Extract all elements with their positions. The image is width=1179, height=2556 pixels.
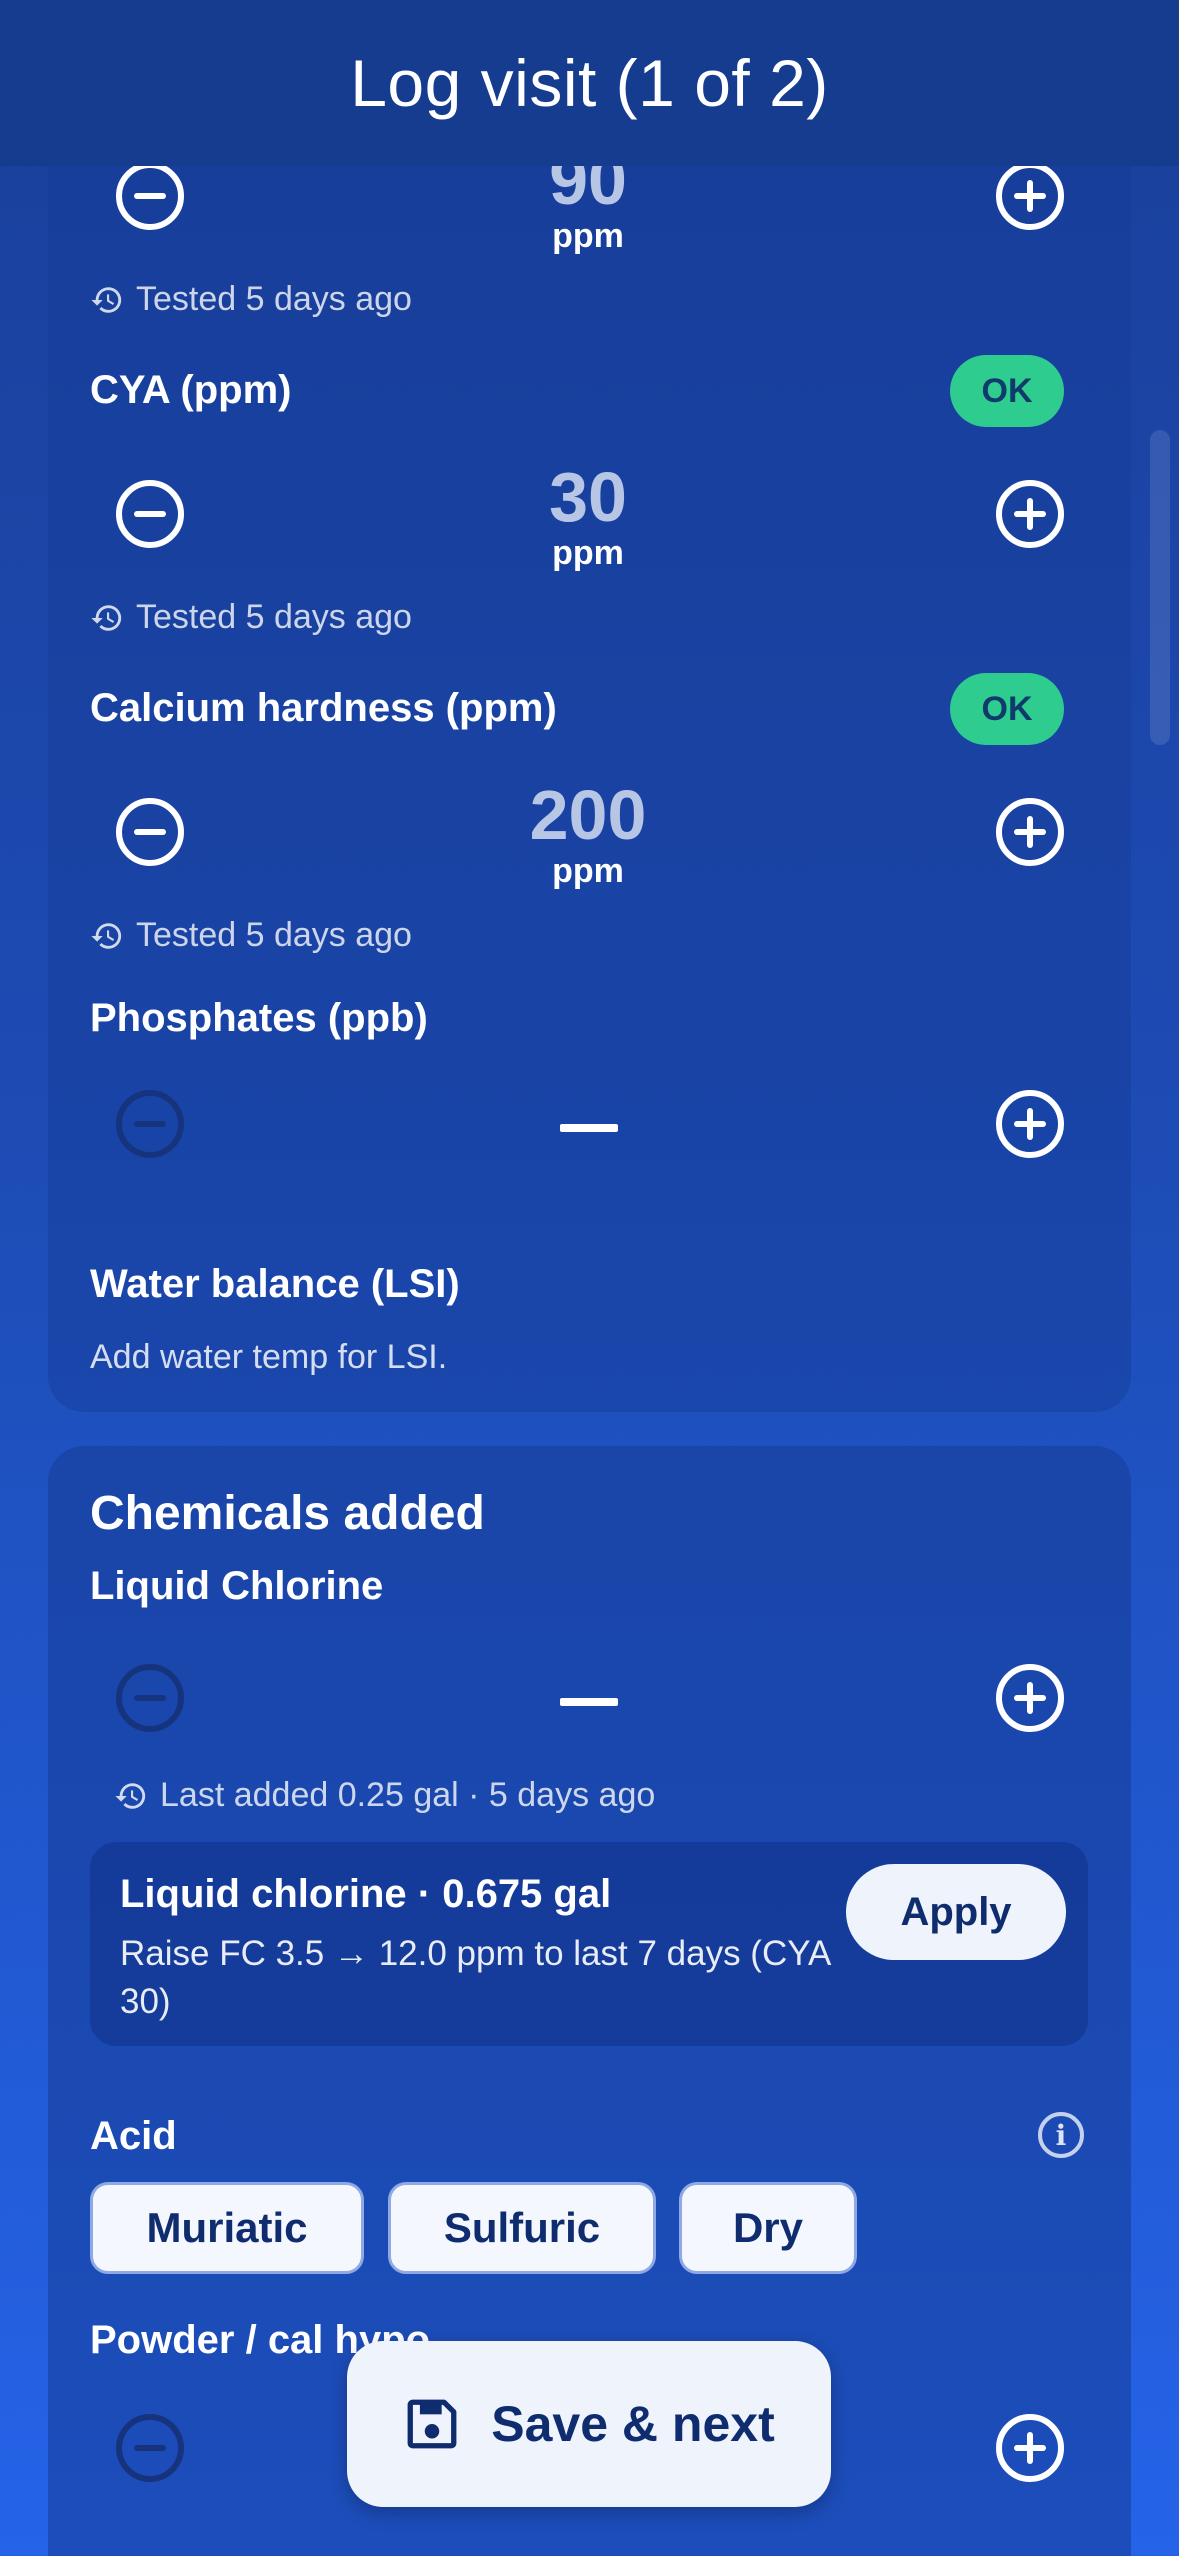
cya-value: 30 ppm <box>549 458 627 572</box>
chlorine-increment-button[interactable] <box>996 1664 1064 1732</box>
history-icon <box>91 286 122 313</box>
history-icon <box>91 604 122 631</box>
decrement-button[interactable] <box>116 162 184 230</box>
lsi-hint: Add water temp for LSI. <box>90 1338 448 1376</box>
dosing-recommendation: Liquid chlorine · 0.675 gal Raise FC 3.5… <box>90 1842 1088 2046</box>
floppy-disk-icon <box>407 2399 457 2449</box>
minus-circle-icon <box>134 511 166 517</box>
powder-increment-button[interactable] <box>996 2414 1064 2482</box>
phosphates-label: Phosphates (ppb) <box>90 996 428 1040</box>
liquid-chlorine-label: Liquid Chlorine <box>90 1564 384 1608</box>
cya-label: CYA (ppm) <box>90 368 292 412</box>
minus-circle-icon <box>134 193 166 199</box>
save-next-button[interactable]: Save & next <box>347 2341 831 2507</box>
tested-hint: Tested 5 days ago <box>90 916 412 955</box>
increment-button[interactable] <box>996 162 1064 230</box>
scrollbar[interactable] <box>1150 430 1170 745</box>
calcium-label: Calcium hardness (ppm) <box>90 686 557 730</box>
page-title: Log visit (1 of 2) <box>350 46 829 120</box>
acid-option-dry[interactable]: Dry <box>679 2182 857 2274</box>
minus-circle-icon <box>134 829 166 835</box>
calcium-value: 200 ppm <box>529 776 647 890</box>
info-icon[interactable]: i <box>1038 2112 1084 2158</box>
acid-option-muriatic[interactable]: Muriatic <box>90 2182 364 2274</box>
tested-hint: Tested 5 days ago <box>90 598 412 637</box>
calcium-decrement-button[interactable] <box>116 798 184 866</box>
minus-circle-icon <box>134 1121 166 1127</box>
history-icon <box>91 922 122 949</box>
powder-decrement-button[interactable] <box>116 2414 184 2482</box>
phosphates-increment-button[interactable] <box>996 1090 1064 1158</box>
status-badge: OK <box>950 673 1064 745</box>
history-icon <box>115 1782 146 1809</box>
minus-circle-icon <box>134 2445 166 2451</box>
chemicals-title: Chemicals added <box>90 1487 485 1540</box>
acid-option-sulfuric[interactable]: Sulfuric <box>388 2182 656 2274</box>
calcium-increment-button[interactable] <box>996 798 1064 866</box>
chlorine-decrement-button[interactable] <box>116 1664 184 1732</box>
recommendation-title: Liquid chlorine · 0.675 gal <box>120 1872 612 1916</box>
phosphates-decrement-button[interactable] <box>116 1090 184 1158</box>
minus-circle-icon <box>134 1695 166 1701</box>
apply-button[interactable]: Apply <box>846 1864 1066 1960</box>
save-next-label: Save & next <box>491 2396 775 2452</box>
lsi-label: Water balance (LSI) <box>90 1262 460 1306</box>
cya-decrement-button[interactable] <box>116 480 184 548</box>
empty-value-dash <box>560 1698 618 1706</box>
header: Log visit (1 of 2) <box>0 0 1179 166</box>
last-added-hint: Last added 0.25 gal · 5 days ago <box>114 1776 655 1815</box>
recommendation-description: Raise FC 3.5 → 12.0 ppm to last 7 days (… <box>120 1934 830 2021</box>
acid-label: Acid <box>90 2114 177 2158</box>
cya-increment-button[interactable] <box>996 480 1064 548</box>
empty-value-dash <box>560 1124 618 1132</box>
status-badge: OK <box>950 355 1064 427</box>
tested-hint: Tested 5 days ago <box>90 280 412 319</box>
